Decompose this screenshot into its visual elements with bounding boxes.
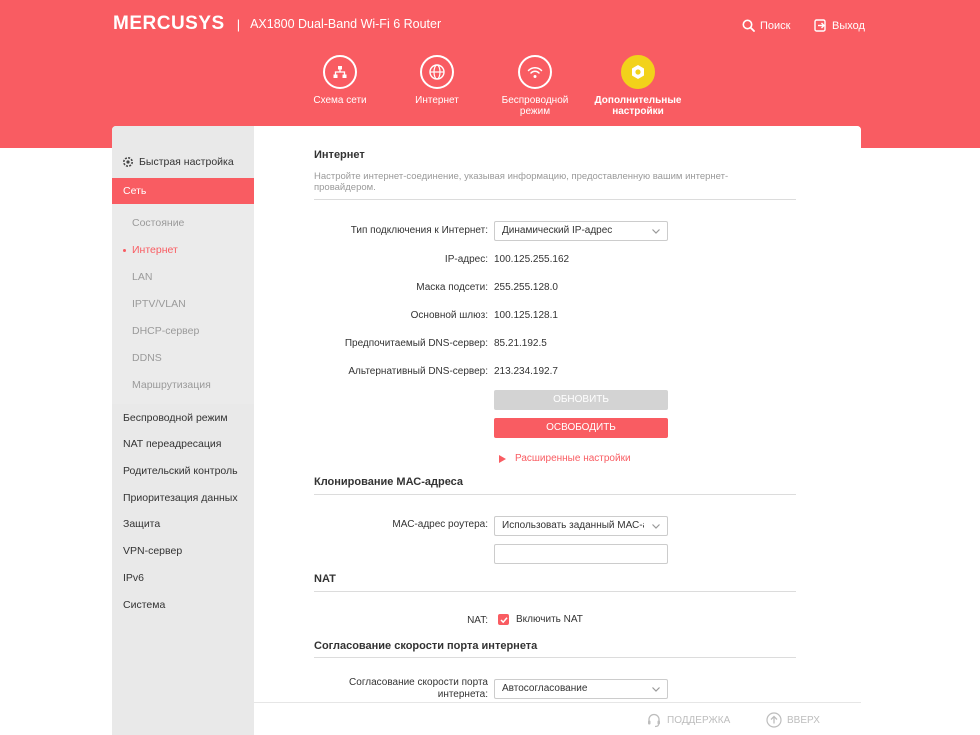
nav-label: Схема сети xyxy=(313,95,367,106)
speed-label-line2: интернета: xyxy=(437,689,488,700)
nav-advanced[interactable]: Дополнительные настройки xyxy=(592,55,684,117)
sidebar-item-vpn[interactable]: VPN-сервер xyxy=(123,545,182,557)
nat-checkbox[interactable]: Включить NAT xyxy=(498,614,583,625)
footer-bar: ПОДДЕРЖКА ВВЕРХ xyxy=(254,702,861,735)
sidebar-item-nat[interactable]: NAT переадресация xyxy=(123,438,221,450)
connection-type-label: Тип подключения к Интернет: xyxy=(350,225,488,236)
nav-label: Дополнительные настройки xyxy=(594,95,682,117)
sidebar-item-ipv6[interactable]: IPv6 xyxy=(123,572,144,584)
back-to-top-button[interactable]: ВВЕРХ xyxy=(766,712,820,728)
speed-select[interactable]: Автосогласование xyxy=(494,679,668,699)
sidebar-item-security[interactable]: Защита xyxy=(123,518,160,530)
speed-select-value: Автосогласование xyxy=(502,683,588,694)
connection-type-select[interactable]: Динамический IP-адрес xyxy=(494,221,668,241)
sidebar-item-wireless[interactable]: Беспроводной режим xyxy=(123,412,228,424)
sidebar: Быстрая настройка Сеть Состояние Интерне… xyxy=(112,126,254,735)
sidebar-quick-setup-label: Быстрая настройка xyxy=(139,156,234,168)
divider xyxy=(314,657,796,658)
network-map-icon xyxy=(323,55,357,89)
settings-icon xyxy=(123,157,133,167)
sidebar-subitem-internet[interactable]: Интернет xyxy=(123,244,178,256)
content-area: Интернет Настройте интернет-соединение, … xyxy=(254,126,861,735)
ip-value: 100.125.255.162 xyxy=(494,254,570,265)
nav-label: Интернет xyxy=(415,95,459,106)
arrow-up-icon xyxy=(766,712,782,728)
search-button[interactable]: Поиск xyxy=(742,19,790,32)
search-label: Поиск xyxy=(760,19,791,32)
speed-label-line1: Согласование скорости порта xyxy=(349,677,488,688)
back-to-top-label: ВВЕРХ xyxy=(787,714,820,726)
nat-label: NAT: xyxy=(467,615,488,626)
brand-separator: | xyxy=(236,16,241,32)
sidebar-subitem-routing[interactable]: Маршрутизация xyxy=(132,379,211,391)
section-description: Настройте интернет-соединение, указывая … xyxy=(314,171,729,193)
logout-label: Выход xyxy=(832,19,865,32)
globe-icon xyxy=(420,55,454,89)
divider xyxy=(314,591,796,592)
sidebar-subitem-ddns[interactable]: DDNS xyxy=(132,352,162,364)
divider xyxy=(314,199,796,200)
connection-type-value: Динамический IP-адрес xyxy=(502,225,613,236)
sidebar-subitem-status[interactable]: Состояние xyxy=(132,217,184,229)
mac-label: МАС-адрес роутера: xyxy=(392,519,488,530)
search-icon xyxy=(742,19,755,32)
mac-select[interactable]: Использовать заданный МАС-а xyxy=(494,516,668,536)
section-title-mac-clone: Клонирование МАС-адреса xyxy=(314,476,464,488)
chevron-down-icon xyxy=(652,229,660,234)
section-title-speed: Согласование скорости порта интернета xyxy=(314,640,538,652)
ip-label: IP-адрес: xyxy=(444,254,488,265)
mask-value: 255.255.128.0 xyxy=(494,282,558,293)
main-card: Быстрая настройка Сеть Состояние Интерне… xyxy=(112,126,861,735)
nav-internet[interactable]: Интернет xyxy=(391,55,483,106)
speed-label: Согласование скорости порта интернета: xyxy=(349,677,488,701)
nat-checkbox-label: Включить NAT xyxy=(516,614,583,625)
sidebar-item-system[interactable]: Система xyxy=(123,599,165,611)
dns1-value: 85.21.192.5 xyxy=(494,338,547,349)
sidebar-subitem-dhcp[interactable]: DHCP-сервер xyxy=(132,325,199,337)
sidebar-quick-setup[interactable]: Быстрая настройка xyxy=(122,156,234,168)
dns2-value: 213.234.192.7 xyxy=(494,366,558,377)
sidebar-subitem-lan[interactable]: LAN xyxy=(132,271,152,283)
checkbox-checked-icon xyxy=(498,614,509,625)
sidebar-item-qos[interactable]: Приоритезация данных xyxy=(123,492,238,504)
support-label: ПОДДЕРЖКА xyxy=(667,714,731,726)
dns1-label: Предпочитаемый DNS-сервер: xyxy=(344,338,488,349)
sidebar-item-parental[interactable]: Родительский контроль xyxy=(123,465,238,477)
advanced-settings-label: Расширенные настройки xyxy=(515,453,631,464)
release-button[interactable]: ОСВОБОДИТЬ xyxy=(494,418,668,438)
sidebar-item-network[interactable]: Сеть xyxy=(112,178,254,204)
mac-address-input[interactable] xyxy=(494,544,668,564)
logout-button[interactable]: Выход xyxy=(814,19,865,32)
brand: MERCUSYS | AX1800 Dual-Band Wi-Fi 6 Rout… xyxy=(113,13,442,34)
section-title-nat: NAT xyxy=(314,573,336,585)
nav-wireless[interactable]: Беспроводной режим xyxy=(489,55,581,117)
nav-label: Беспроводной режим xyxy=(501,95,569,117)
triangle-right-icon xyxy=(499,454,506,463)
chevron-down-icon xyxy=(652,687,660,692)
sidebar-subitem-iptv[interactable]: IPTV/VLAN xyxy=(132,298,186,310)
sidebar-submenu: Состояние Интернет LAN IPTV/VLAN DHCP-се… xyxy=(112,204,254,404)
gear-icon xyxy=(621,55,655,89)
nav-network-map[interactable]: Схема сети xyxy=(294,55,386,106)
dns2-label: Альтернативный DNS-сервер: xyxy=(348,366,488,377)
router-model: AX1800 Dual-Band Wi-Fi 6 Router xyxy=(250,17,442,31)
chevron-down-icon xyxy=(652,524,660,529)
wifi-icon xyxy=(518,55,552,89)
headset-icon xyxy=(648,713,660,728)
brand-logo: MERCUSYS xyxy=(113,13,225,34)
support-button[interactable]: ПОДДЕРЖКА xyxy=(646,712,730,728)
logout-icon xyxy=(814,19,826,32)
section-title-internet: Интернет xyxy=(314,149,365,161)
mac-select-value: Использовать заданный МАС-а xyxy=(502,520,644,531)
gateway-label: Основной шлюз: xyxy=(410,310,488,321)
advanced-settings-toggle[interactable]: Расширенные настройки xyxy=(499,453,631,464)
renew-button[interactable]: ОБНОВИТЬ xyxy=(494,390,668,410)
gateway-value: 100.125.128.1 xyxy=(494,310,558,321)
mask-label: Маска подсети: xyxy=(416,282,488,293)
divider xyxy=(314,494,796,495)
